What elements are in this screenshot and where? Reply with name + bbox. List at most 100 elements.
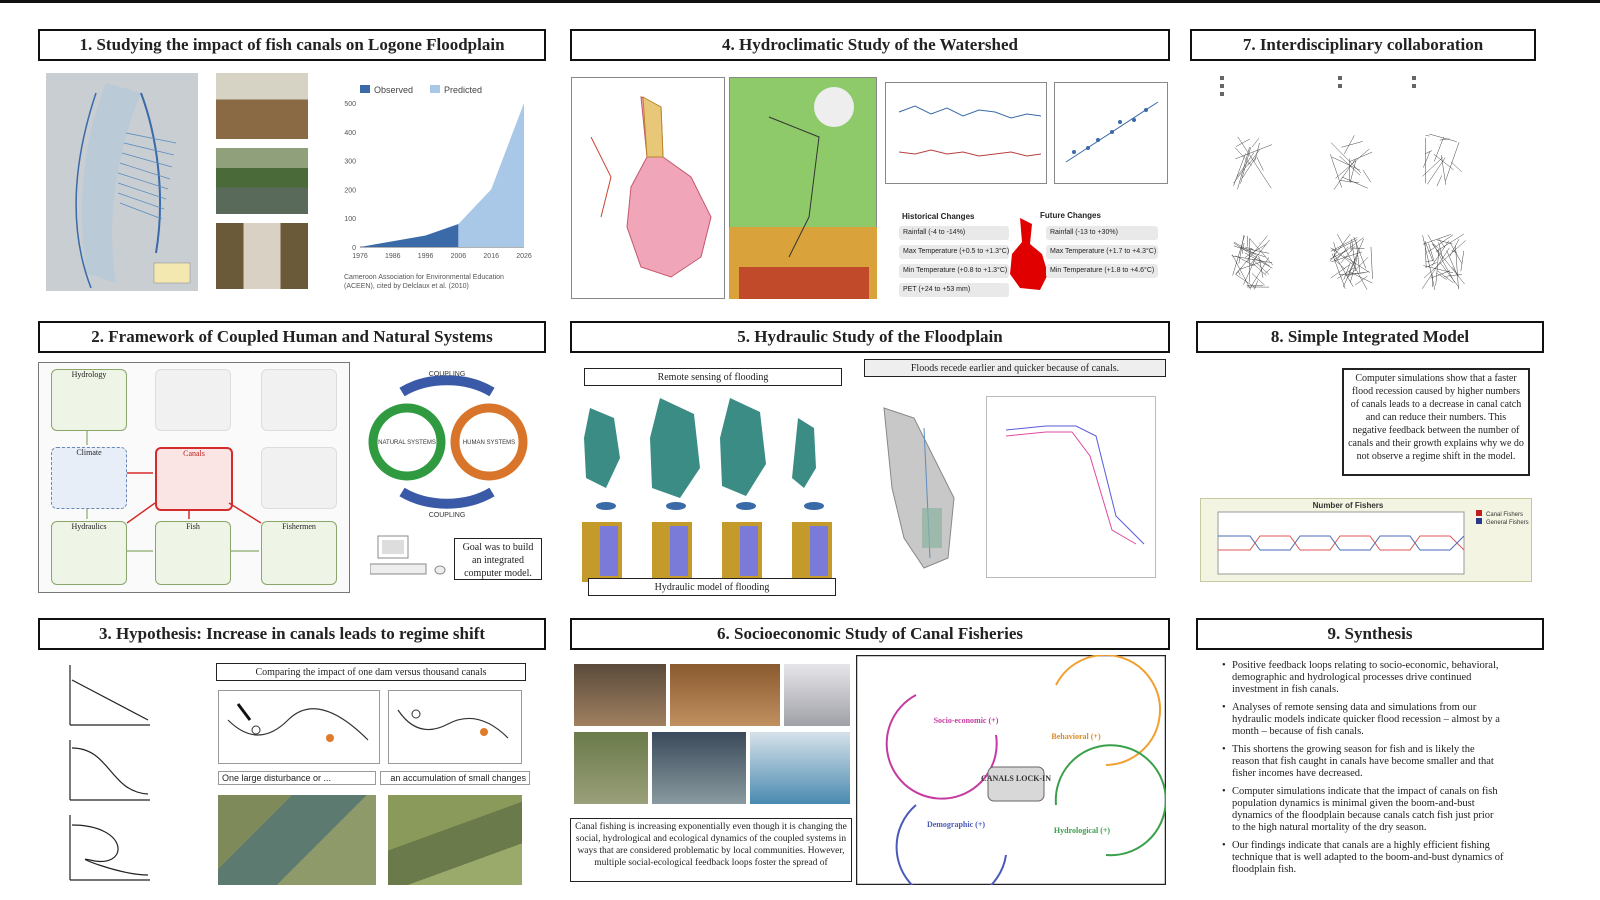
photo-fishers-3 — [784, 664, 850, 726]
network-edge — [1450, 161, 1463, 173]
network-edge — [1423, 150, 1431, 168]
network-edge — [1258, 242, 1260, 244]
synthesis-bullet-1: Positive feedback loops relating to soci… — [1222, 660, 1504, 696]
floodplain-canals-map — [46, 73, 198, 291]
number-of-fishers-chart: Number of Fishers Canal Fishers General … — [1200, 498, 1532, 582]
network-edge — [1424, 243, 1427, 268]
historical-changes-title: Historical Changes — [902, 212, 975, 221]
top-border — [0, 0, 1600, 3]
photo-canal-channel — [216, 223, 308, 289]
network-edge — [1253, 263, 1267, 276]
network-edge — [1445, 142, 1460, 181]
network-edge — [1235, 255, 1255, 266]
watershed-red-silhouette — [1010, 218, 1048, 290]
network-edge — [1431, 240, 1450, 266]
network-edge — [1425, 262, 1437, 268]
section-3-title: 3. Hypothesis: Increase in canals leads … — [38, 618, 546, 650]
y-tick-label: 0 — [352, 245, 356, 252]
synthesis-bullet-2: Analyses of remote sensing data and simu… — [1222, 702, 1504, 738]
network-edge — [1460, 250, 1465, 272]
legend-canal-fishers: Canal Fishers — [1486, 512, 1523, 518]
photo-fishers-4 — [574, 732, 648, 804]
x-tick-label: 1996 — [418, 253, 434, 260]
hydraulic-model-caption: Hydraulic model of flooding — [588, 578, 836, 596]
integrated-model-caption: Computer simulations show that a faster … — [1342, 368, 1530, 476]
flood-recession-chart — [986, 396, 1156, 578]
future-changes-title: Future Changes — [1040, 211, 1101, 220]
network-edge — [1362, 169, 1371, 183]
network-edge — [1370, 246, 1373, 279]
network-edge — [1429, 133, 1457, 142]
network-edge — [1349, 151, 1373, 162]
section-4-title: 4. Hydroclimatic Study of the Watershed — [570, 29, 1170, 61]
synthesis-bullet-3: This shortens the growing season for fis… — [1222, 744, 1504, 780]
network-edge — [1341, 141, 1363, 148]
canals-lockin-label: CANALS LOCK-IN — [981, 774, 1051, 783]
remote-sensing-flood-maps — [584, 398, 824, 510]
network-edge — [1436, 175, 1443, 187]
photo-fishers-5 — [652, 732, 746, 804]
legend-general-fishers: General Fishers — [1486, 520, 1529, 526]
legend-predicted-label: Predicted — [444, 85, 482, 95]
section-8-title: 8. Simple Integrated Model — [1196, 321, 1544, 353]
network-edge — [1256, 156, 1264, 171]
section-1-title: 1. Studying the impact of fish canals on… — [38, 29, 546, 61]
network-edge — [1433, 153, 1454, 170]
canals-lockin-box — [987, 766, 1045, 802]
section-2-title: 2. Framework of Coupled Human and Natura… — [38, 321, 546, 353]
y-tick-label: 100 — [344, 216, 356, 223]
x-tick-label: 1986 — [385, 253, 401, 260]
collaboration-network-graphs — [1220, 76, 1466, 290]
legend-observed-swatch — [360, 85, 370, 93]
behavioral-label: Behavioral (+) — [1051, 732, 1101, 741]
future-change-2: Max Temperature (+1.7 to +4.3°C) — [1046, 245, 1158, 259]
human-systems-label: HUMAN SYSTEMS — [463, 440, 515, 446]
floodplain-grey-map — [883, 407, 955, 569]
x-tick-label: 2026 — [516, 253, 532, 260]
coupling-cycle-diagram: COUPLING COUPLING NATURAL SYSTEMS HUMAN … — [368, 371, 528, 519]
canal-fishing-caption: Canal fishing is increasing exponentiall… — [570, 818, 852, 882]
network-edge — [1346, 257, 1369, 279]
legend-observed-label: Observed — [374, 85, 413, 95]
network-edge — [1452, 267, 1459, 276]
rainfall-scatter-plot — [1054, 82, 1168, 184]
network-edge — [1341, 176, 1368, 189]
photo-fishers-6 — [750, 732, 850, 804]
network-edge — [1424, 150, 1433, 155]
historical-change-1: Rainfall (-4 to -14%) — [899, 226, 1009, 240]
synthesis-bullet-5: Our findings indicate that canals are a … — [1222, 840, 1504, 876]
network-edge — [1235, 138, 1250, 147]
future-changes-list: Rainfall (-13 to +30%) Max Temperature (+… — [1046, 226, 1158, 283]
network-edge — [1232, 235, 1245, 276]
satellite-image-dam — [218, 795, 376, 885]
section-7-title: 7. Interdisciplinary collaboration — [1190, 29, 1536, 61]
historical-change-3: Min Temperature (+0.8 to +1.3°C) — [899, 264, 1009, 278]
historical-changes-list: Rainfall (-4 to -14%) Max Temperature (+0… — [899, 226, 1009, 302]
network-edge — [1251, 138, 1260, 148]
hydrological-label: Hydrological (+) — [1054, 826, 1111, 835]
network-edge — [1426, 260, 1434, 262]
network-edge — [1349, 160, 1357, 183]
network-edge — [1237, 146, 1250, 190]
goal-caption: Goal was to build an integrated computer… — [454, 538, 542, 580]
satellite-image-canals — [388, 795, 522, 885]
natural-systems-label: NATURAL SYSTEMS — [378, 440, 436, 446]
ball-landscape-one — [218, 690, 380, 764]
network-edge — [1237, 136, 1272, 189]
section-6-title: 6. Socioeconomic Study of Canal Fisherie… — [570, 618, 1170, 650]
network-edge — [1235, 274, 1257, 289]
network-edge — [1427, 157, 1446, 185]
feedback-loops-diagram: CANALS LOCK-IN Socio-economic (+) Behavi… — [856, 655, 1166, 885]
network-edge — [1340, 180, 1360, 183]
y-tick-label: 300 — [344, 159, 356, 166]
network-edge — [1330, 142, 1362, 174]
legend-predicted-swatch — [430, 85, 440, 93]
photo-fishers-2 — [670, 664, 780, 726]
remote-sensing-caption: Remote sensing of flooding — [584, 368, 842, 386]
network-edge — [1248, 149, 1260, 165]
rainfall-streamflow-timeseries — [885, 82, 1047, 184]
fishers-chart-title: Number of Fishers — [1313, 501, 1384, 510]
network-edge — [1344, 135, 1355, 155]
framework-arrows — [86, 431, 262, 552]
coupling-bottom-label: COUPLING — [429, 512, 466, 519]
